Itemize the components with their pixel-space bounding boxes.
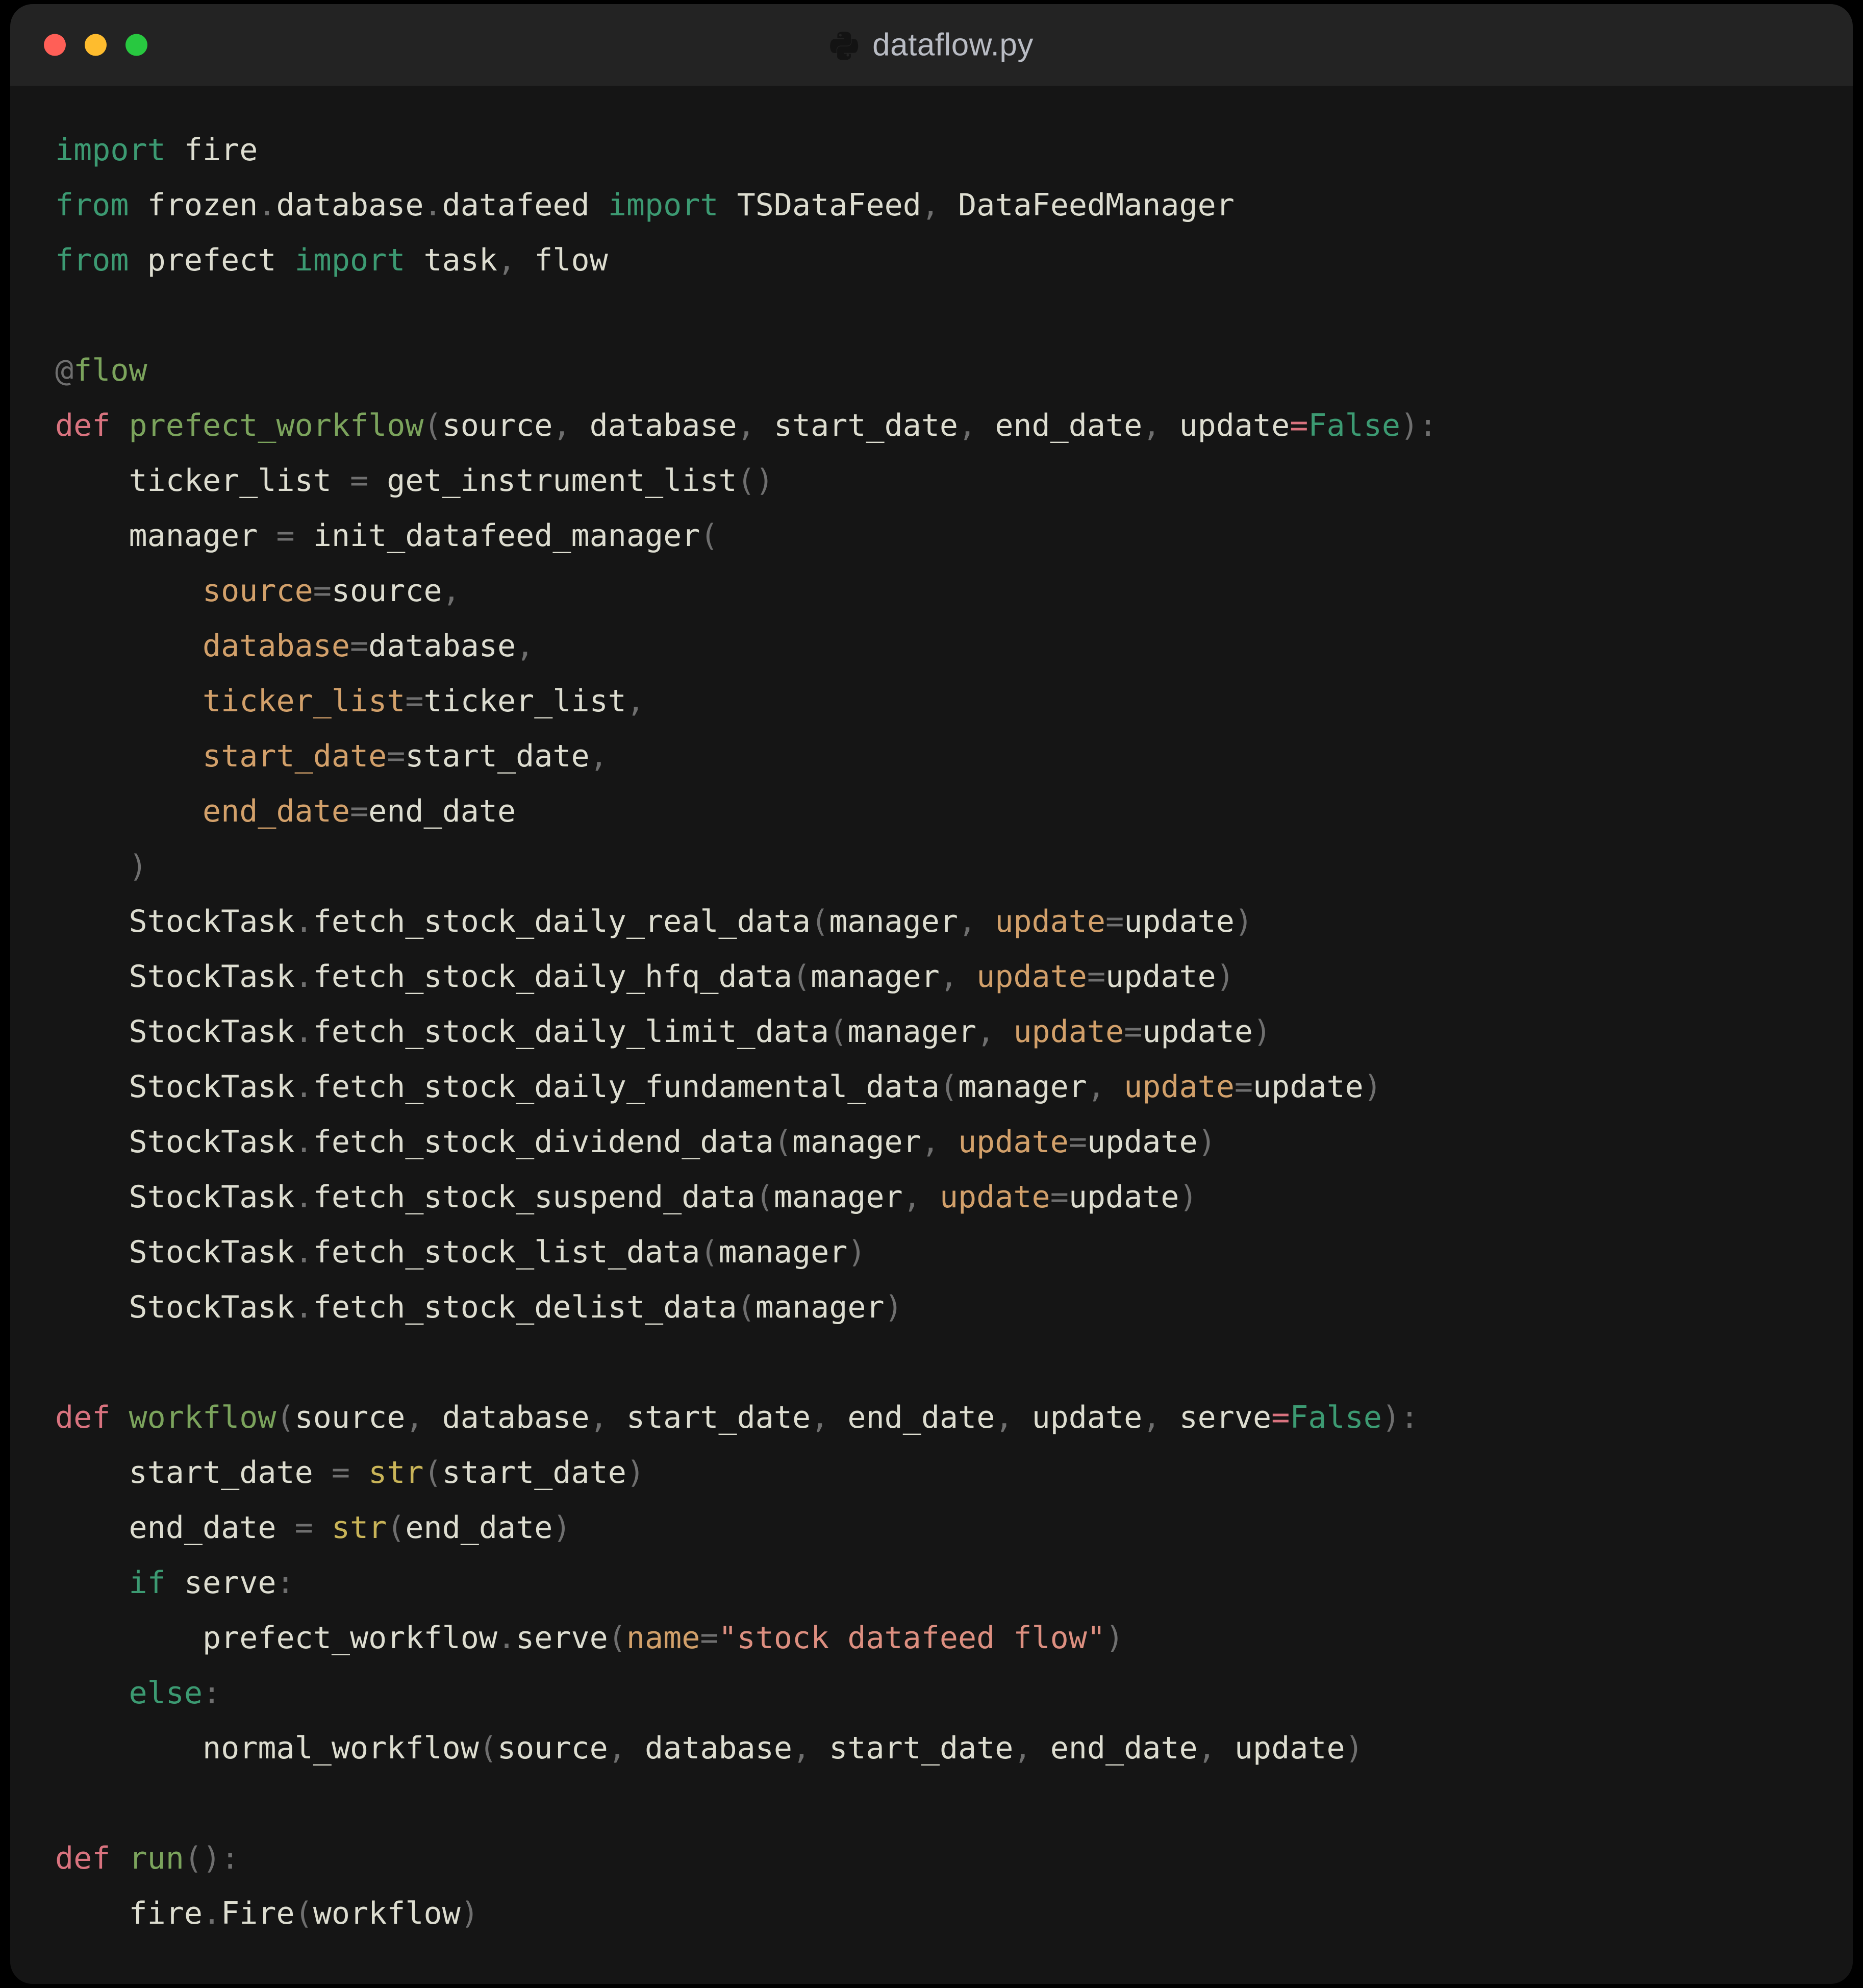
window-titlebar: dataflow.py [10,4,1853,86]
code-line: StockTask.fetch_stock_daily_real_data(ma… [129,904,1253,939]
python-icon [830,31,859,60]
code-line: StockTask.fetch_stock_daily_fundamental_… [129,1069,1382,1105]
code-line: normal_workflow(source, database, start_… [202,1730,1364,1766]
code-line: ticker_list=ticker_list, [202,683,645,719]
code-line: def prefect_workflow(source, database, s… [55,408,1438,443]
code-line: manager = init_datafeed_manager( [129,518,719,554]
code-line: from frozen.database.datafeed import TSD… [55,187,1235,223]
code-line: else: [129,1675,221,1711]
code-line: start_date = str(start_date) [129,1455,645,1490]
code-line: fire.Fire(workflow) [129,1896,479,1931]
code-editor-window: dataflow.py import fire from frozen.datab… [10,4,1853,1984]
window-title-text: dataflow.py [872,27,1034,63]
code-line: StockTask.fetch_stock_delist_data(manage… [129,1289,903,1325]
code-line: source=source, [202,573,461,609]
code-line: end_date=end_date [202,793,516,829]
code-line: end_date = str(end_date) [129,1510,571,1546]
code-line: @flow [55,353,147,388]
source-code[interactable]: import fire from frozen.database.datafeed… [55,122,1853,1941]
code-line: import fire [55,132,258,168]
code-line: if serve: [129,1565,295,1601]
code-line: database=database, [202,628,535,664]
code-line: ) [129,849,147,884]
code-line: def workflow(source, database, start_dat… [55,1400,1419,1435]
code-line: StockTask.fetch_stock_suspend_data(manag… [129,1179,1198,1215]
code-line: ticker_list = get_instrument_list() [129,463,774,499]
code-line: prefect_workflow.serve(name="stock dataf… [202,1620,1124,1656]
code-line: from prefect import task, flow [55,242,608,278]
code-line: def run(): [55,1841,240,1876]
window-title-group: dataflow.py [10,27,1853,63]
code-line: StockTask.fetch_stock_list_data(manager) [129,1234,866,1270]
code-line: StockTask.fetch_stock_dividend_data(mana… [129,1124,1216,1160]
code-editor-body[interactable]: import fire from frozen.database.datafeed… [10,86,1853,1984]
code-line: StockTask.fetch_stock_daily_hfq_data(man… [129,959,1235,995]
code-line: start_date=start_date, [202,738,608,774]
code-line: StockTask.fetch_stock_daily_limit_data(m… [129,1014,1272,1050]
